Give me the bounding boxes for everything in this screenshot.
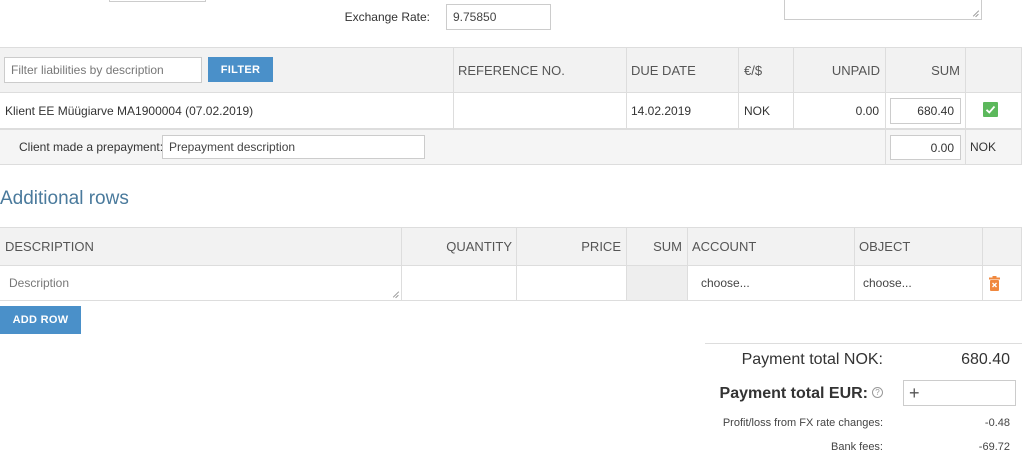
top-left-field[interactable] [109,0,206,2]
description-textarea[interactable]: Description [0,266,401,300]
quantity-input[interactable] [402,266,516,300]
prepayment-currency: NOK [970,140,997,154]
help-icon[interactable]: ? [872,387,883,398]
fx-value: -0.48 [984,417,1010,429]
filter-input[interactable]: Filter liabilities by description [4,57,202,83]
trash-icon[interactable] [989,276,1000,291]
exchange-rate-label: Exchange Rate: [344,10,430,24]
price-input[interactable] [517,266,626,300]
fx-label: Profit/loss from FX rate changes: [722,417,883,429]
header-reference: REFERENCE NO. [458,62,565,78]
header-description: DESCRIPTION [5,239,94,254]
add-row-button[interactable]: ADD ROW [0,306,81,334]
liabilities-header: Filter liabilities by description FILTER… [0,47,1022,93]
liability-currency: NOK [744,103,771,118]
filter-button[interactable]: FILTER [208,57,273,82]
checkbox-checked-icon[interactable] [983,102,998,117]
prepayment-sum-input[interactable]: 0.00 [890,135,961,160]
liability-unpaid: 0.00 [855,103,879,118]
prepayment-row: Client made a prepayment: Prepayment des… [0,129,1022,165]
additional-row: Description choose... choose... [0,266,1022,301]
totals-divider [705,343,1022,344]
liability-row: Klient EE Müügiarve MA1900004 (07.02.201… [0,93,1022,129]
account-select[interactable]: choose... [701,266,750,300]
payment-total-nok-label: Payment total NOK: [741,351,883,368]
section-title-additional-rows: Additional rows [0,188,129,209]
header-sum: SUM [931,62,960,78]
payment-total-eur-input[interactable]: + [903,380,1016,406]
resize-grip-icon[interactable] [393,292,399,298]
bank-fees-label: Bank fees: [831,441,883,453]
description-placeholder: Description [9,276,70,290]
sum-cell [627,266,687,300]
liability-due-date: 14.02.2019 [631,103,692,118]
prepayment-description-input[interactable]: Prepayment description [162,135,425,159]
header-account: ACCOUNT [692,239,757,254]
payment-total-eur-label: Payment total EUR: [719,385,868,402]
notes-textarea[interactable] [784,0,982,20]
header-sum-additional: SUM [653,239,682,254]
resize-grip-icon[interactable] [973,11,979,17]
object-select[interactable]: choose... [863,266,912,300]
header-unpaid: UNPAID [831,62,880,78]
header-price: PRICE [581,239,621,254]
payment-total-nok-value: 680.40 [961,351,1010,368]
prepayment-label: Client made a prepayment: [19,140,164,154]
header-object: OBJECT [859,239,911,254]
header-quantity: QUANTITY [446,239,512,254]
liability-description: Klient EE Müügiarve MA1900004 (07.02.201… [5,103,254,118]
bank-fees-value: -69.72 [978,441,1010,453]
additional-header: DESCRIPTION QUANTITY PRICE SUM ACCOUNT O… [0,227,1022,266]
liability-sum-input[interactable]: 680.40 [890,98,961,124]
exchange-rate-input[interactable]: 9.75850 [446,4,551,30]
header-currency: €/$ [744,62,763,78]
header-due-date: DUE DATE [631,62,696,78]
